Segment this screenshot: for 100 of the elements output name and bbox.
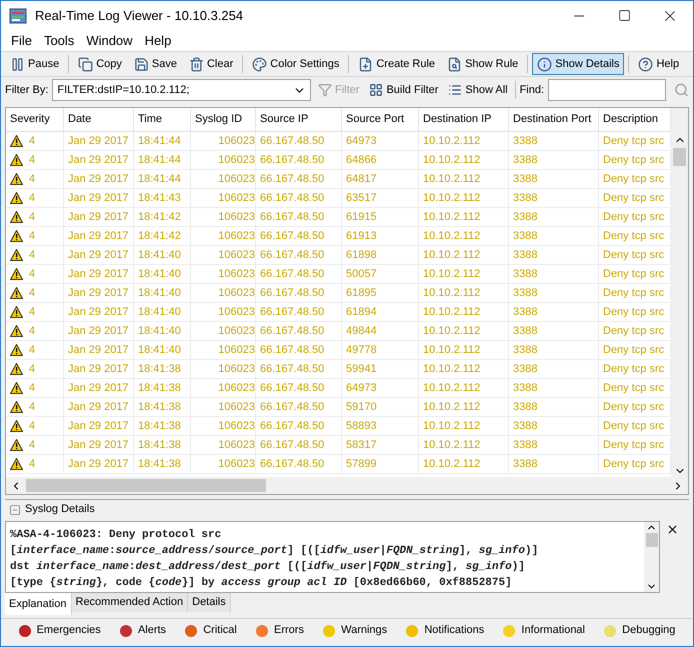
legend-label: Emergencies [36, 623, 101, 638]
column-header[interactable]: Time [134, 108, 191, 131]
toolbar-button[interactable]: Create Rule [353, 53, 440, 75]
grid-icon [369, 83, 384, 97]
warning-icon [10, 192, 23, 204]
scroll-thumb[interactable] [26, 479, 266, 492]
toolbar-button[interactable]: Color Settings [247, 53, 344, 75]
table-cell-text: 64973 [346, 380, 377, 396]
tab[interactable]: Explanation [5, 593, 72, 615]
table-cell-text: Jan 29 2017 [68, 324, 129, 339]
table-cell-text: 63517 [346, 190, 377, 206]
table-cell-text: 106023 [218, 152, 255, 168]
table-cell-text: Jan 29 2017 [68, 418, 129, 434]
table-cell-text: 66.167.48.50 [260, 362, 324, 377]
table-cell-text: 3388 [513, 248, 538, 263]
find-field[interactable] [548, 79, 666, 101]
panel-title: Syslog Details [25, 502, 95, 518]
table-cell-text: 49778 [346, 342, 377, 358]
table-cell-text: 18:41:38 [138, 438, 181, 453]
filter-toolbar-button[interactable]: Build Filter [366, 82, 442, 98]
table-cell-text: 18:41:40 [138, 304, 181, 320]
warning-icon [10, 325, 23, 337]
table-cell-text: 4 [29, 304, 36, 320]
table-cell-text: 18:41:42 [138, 210, 181, 225]
toolbar-button[interactable]: Clear [184, 53, 238, 75]
toolbar-button[interactable]: Save [128, 53, 182, 75]
tab[interactable]: Recommended Action [72, 593, 188, 612]
table-cell-text: 4 [29, 228, 36, 244]
table-cell-text: 4 [29, 438, 36, 453]
table-cell-text: Deny tcp src [603, 248, 664, 263]
table-cell-text: Deny tcp src [603, 210, 664, 225]
table-cell-text: 66.167.48.50 [260, 210, 324, 225]
scroll-thumb[interactable] [673, 148, 686, 166]
warning-icon [10, 173, 23, 185]
collapse-icon[interactable] [9, 504, 21, 516]
filter-combo-box[interactable]: FILTER:dstIP=10.10.2.112; [52, 79, 311, 101]
table-cell-text: 106023 [218, 286, 255, 301]
table-cell-text: 3388 [513, 266, 538, 282]
table-cell-text: 4 [29, 152, 36, 168]
menu-item[interactable]: Window [80, 31, 139, 51]
column-header[interactable]: Destination Port [509, 108, 599, 131]
table-cell-text: Jan 29 2017 [68, 400, 129, 415]
table-cell-text: 4 [29, 190, 36, 206]
table-cell-text: 10.10.2.112 [423, 304, 480, 320]
table-cell-text: 10.10.2.112 [423, 324, 480, 339]
warning-icon [10, 401, 23, 413]
column-header[interactable]: Source IP [256, 108, 342, 131]
table-cell-text: 18:41:40 [138, 342, 181, 358]
table-cell-text: 66.167.48.50 [260, 228, 324, 244]
toolbar-button[interactable]: Help [633, 53, 684, 75]
table-cell-text: 10.10.2.112 [423, 456, 480, 472]
table-cell-text: 61915 [346, 210, 377, 225]
table-cell-text: 3388 [513, 438, 538, 453]
menu-item[interactable]: Help [138, 31, 178, 51]
legend-label: Warnings [341, 623, 388, 638]
table-cell-text: 3388 [513, 400, 538, 415]
scroll-thumb[interactable] [646, 533, 658, 547]
maximize-icon[interactable] [618, 9, 631, 22]
table-cell-text: Jan 29 2017 [68, 152, 129, 168]
table-cell-text: 3388 [513, 324, 538, 339]
table-cell-text: 57899 [346, 456, 377, 472]
table-cell-text: 59170 [346, 400, 377, 415]
column-header[interactable]: Severity [6, 108, 64, 131]
table-cell-text: 10.10.2.112 [423, 248, 480, 263]
table-cell-text: 66.167.48.50 [260, 400, 324, 415]
toolbar-button[interactable]: Show Rule [442, 53, 524, 75]
tab[interactable]: Details [188, 593, 231, 612]
menu-item[interactable]: Tools [38, 31, 80, 51]
warning-icon [10, 344, 23, 356]
table-cell-text: 4 [29, 362, 36, 377]
table-cell-text: 106023 [218, 380, 255, 396]
table-cell-text: 4 [29, 324, 36, 339]
table-cell-text: 106023 [218, 134, 255, 149]
filter-toolbar-button[interactable]: Show All [445, 82, 511, 98]
toolbar-button[interactable]: Pause [5, 53, 64, 75]
table-cell-text: 4 [29, 380, 36, 396]
table-cell-text: Jan 29 2017 [68, 456, 129, 472]
table-cell-text: Jan 29 2017 [68, 228, 129, 244]
column-header[interactable]: Destination IP [419, 108, 509, 131]
warning-icon [10, 363, 23, 375]
table-cell-text: 10.10.2.112 [423, 400, 480, 415]
column-header[interactable]: Syslog ID [191, 108, 256, 131]
table-cell-text: 106023 [218, 342, 255, 358]
column-header[interactable]: Source Port [342, 108, 419, 131]
toolbar-button[interactable]: Show Details [532, 53, 624, 75]
table-cell-text: 106023 [218, 324, 255, 339]
menu-item[interactable]: File [5, 31, 38, 51]
table-cell-text: Jan 29 2017 [68, 362, 129, 377]
toolbar-button[interactable]: Copy [73, 53, 127, 75]
table-cell-text: 18:41:38 [138, 418, 181, 434]
warning-icon [10, 249, 23, 261]
table-cell-text: 3388 [513, 190, 538, 206]
table-cell-text: 3388 [513, 342, 538, 358]
table-cell-text: 106023 [218, 248, 255, 263]
table-cell-text: Jan 29 2017 [68, 380, 129, 396]
new-file-icon [358, 56, 374, 72]
table-cell-text: 18:41:38 [138, 456, 181, 472]
close-icon[interactable] [666, 523, 679, 536]
table-cell-text: 10.10.2.112 [423, 266, 480, 282]
column-header[interactable]: Date [64, 108, 134, 131]
